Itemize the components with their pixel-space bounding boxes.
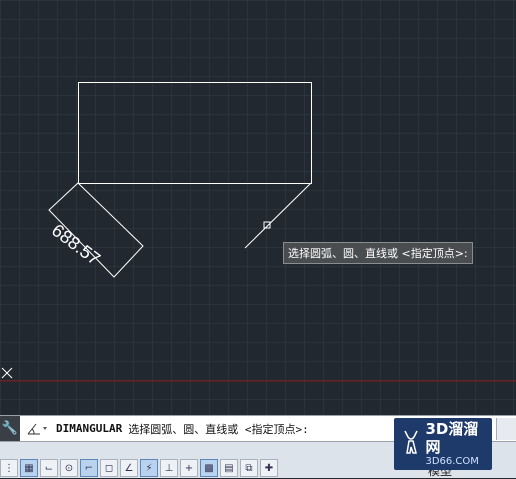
dynamic-ucs-icon[interactable]: ⊙	[60, 459, 78, 477]
wrench-icon[interactable]: 🔧	[0, 416, 20, 441]
command-prompt-text[interactable]: 选择圆弧、圆、直线或 <指定顶点>:	[128, 421, 309, 437]
pickbox-cursor	[263, 221, 271, 229]
watermark-url: 3D66.COM	[425, 456, 479, 467]
command-name: DIMANGULAR	[56, 422, 123, 435]
quick-properties-icon[interactable]: ▤	[220, 459, 238, 477]
snap-toggle-icon[interactable]: ⋮	[0, 459, 18, 477]
angle-command-icon[interactable]	[22, 416, 52, 441]
polar-toggle-icon[interactable]: ◻	[100, 459, 118, 477]
rectangle-shape	[78, 82, 312, 184]
osnap-toggle-icon[interactable]: ∠	[120, 459, 138, 477]
status-toggles: ⋮ ▦ ⌙ ⊙ ⌐ ◻ ∠ ⚡ ⊥ + ▩ ▤ ⧉ ✚	[0, 458, 280, 478]
drawing-geometry	[0, 82, 516, 382]
ducs-toggle-icon[interactable]: ⊥	[160, 459, 178, 477]
annotation-monitor-icon[interactable]: ✚	[260, 459, 278, 477]
dyn-toggle-icon[interactable]: +	[180, 459, 198, 477]
dynamic-input-tooltip: 选择圆弧、圆、直线或 <指定顶点>:	[283, 242, 473, 264]
command-scroll-stub[interactable]	[496, 418, 516, 440]
deer-logo-icon	[398, 424, 423, 464]
infer-constraints-icon[interactable]: ⌙	[40, 459, 58, 477]
selection-cycling-icon[interactable]: ⧉	[240, 459, 258, 477]
lineweight-toggle-icon[interactable]: ▩	[200, 459, 218, 477]
watermark-logo: 3D溜溜网 3D66.COM	[394, 418, 492, 470]
ortho-toggle-icon[interactable]: ⌐	[80, 459, 98, 477]
drawing-canvas[interactable]: 688.57 选择圆弧、圆、直线或 <指定顶点>:	[0, 0, 516, 415]
rubber-band-line	[244, 182, 312, 249]
otrack-toggle-icon[interactable]: ⚡	[140, 459, 158, 477]
grid-toggle-icon[interactable]: ▦	[20, 459, 38, 477]
watermark-brand: 3D溜溜网	[425, 420, 479, 456]
angle-icon	[27, 423, 47, 434]
